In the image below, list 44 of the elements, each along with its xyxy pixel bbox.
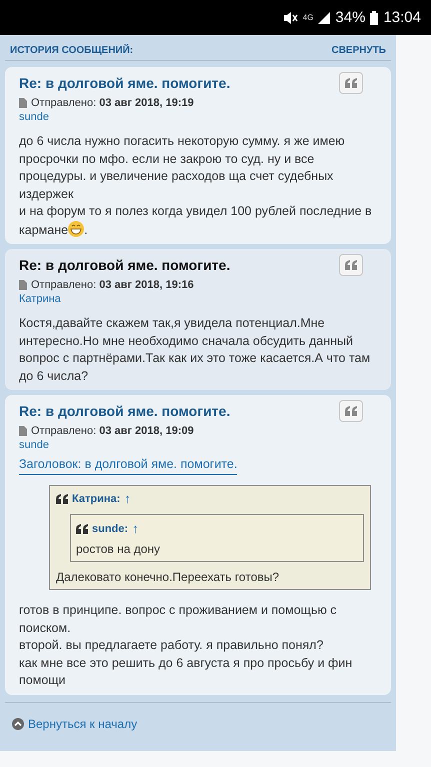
message-text: и на форум то я полез когда увидел 100 рублей последние в	[19, 203, 373, 220]
quote-author[interactable]: sunde:	[92, 522, 128, 534]
message-text: Костя,давайте скажем так,я увидела потенциал.Мне интересно.Но мне необходимо сначала обсудить данный вопрос с партнёрами.Так как их это тоже касается.А что там до 6 числа?	[19, 315, 372, 384]
message-text: готов в принципе. вопрос с проживанием и помощью с поиском.	[19, 602, 338, 636]
collapse-link[interactable]: СВЕРНУТЬ	[331, 45, 386, 56]
network-type: 4G	[302, 13, 314, 22]
quote-text: ростов на дону	[76, 542, 162, 556]
section-title: ИСТОРИЯ СООБЩЕНИЙ:	[10, 45, 134, 56]
message-text: кармане	[19, 222, 68, 236]
author-link[interactable]: sunde	[15, 109, 381, 123]
quote-icon	[345, 406, 357, 416]
quote-icon	[345, 260, 357, 270]
message-text: второй. вы предлагаете работу. я правильно понял?	[19, 637, 324, 654]
quote-author[interactable]: Катрина:	[72, 492, 120, 504]
quote-icon	[345, 78, 357, 88]
post-title: Re: в долговой яме. помогите.	[18, 256, 230, 273]
battery-percent: 34%	[335, 9, 366, 26]
post-title: Re: в долговой яме. помогите.	[18, 402, 230, 419]
quote-arrow-link[interactable]: ↑	[132, 521, 139, 536]
author-link[interactable]: sunde	[15, 437, 381, 451]
mute-icon	[282, 10, 298, 24]
document-icon	[19, 98, 27, 108]
post-title: Re: в долговой яме. помогите.	[18, 74, 230, 91]
quote-button[interactable]	[339, 400, 363, 422]
quote-button[interactable]	[339, 254, 363, 276]
clock: 13:04	[383, 9, 421, 26]
document-icon	[19, 280, 27, 290]
battery-icon	[370, 10, 378, 24]
subject-link[interactable]: Заголовок: в долговой яме. помогите.	[19, 457, 238, 475]
quote-text: Далековато конечно.Переехать готовы?	[56, 570, 280, 584]
post-date: Отправлено: 03 авг 2018, 19:19	[31, 97, 194, 109]
quote-arrow-link[interactable]: ↑	[124, 491, 131, 506]
quote-icon	[56, 494, 68, 504]
quote-icon	[76, 524, 88, 534]
document-icon	[19, 426, 27, 436]
post-date: Отправлено: 03 авг 2018, 19:09	[31, 425, 194, 437]
quote-button[interactable]	[339, 72, 363, 94]
message-text: .	[84, 222, 88, 236]
back-to-top-link[interactable]: Вернуться к началу	[5, 702, 391, 730]
author-link[interactable]: Катрина	[15, 291, 381, 305]
post-date: Отправлено: 03 авг 2018, 19:16	[31, 279, 194, 291]
signal-icon	[318, 12, 330, 24]
up-circle-icon	[12, 718, 24, 730]
message-text: как мне все это решить до 6 августа я про просьбу и фин помощи	[19, 654, 354, 689]
